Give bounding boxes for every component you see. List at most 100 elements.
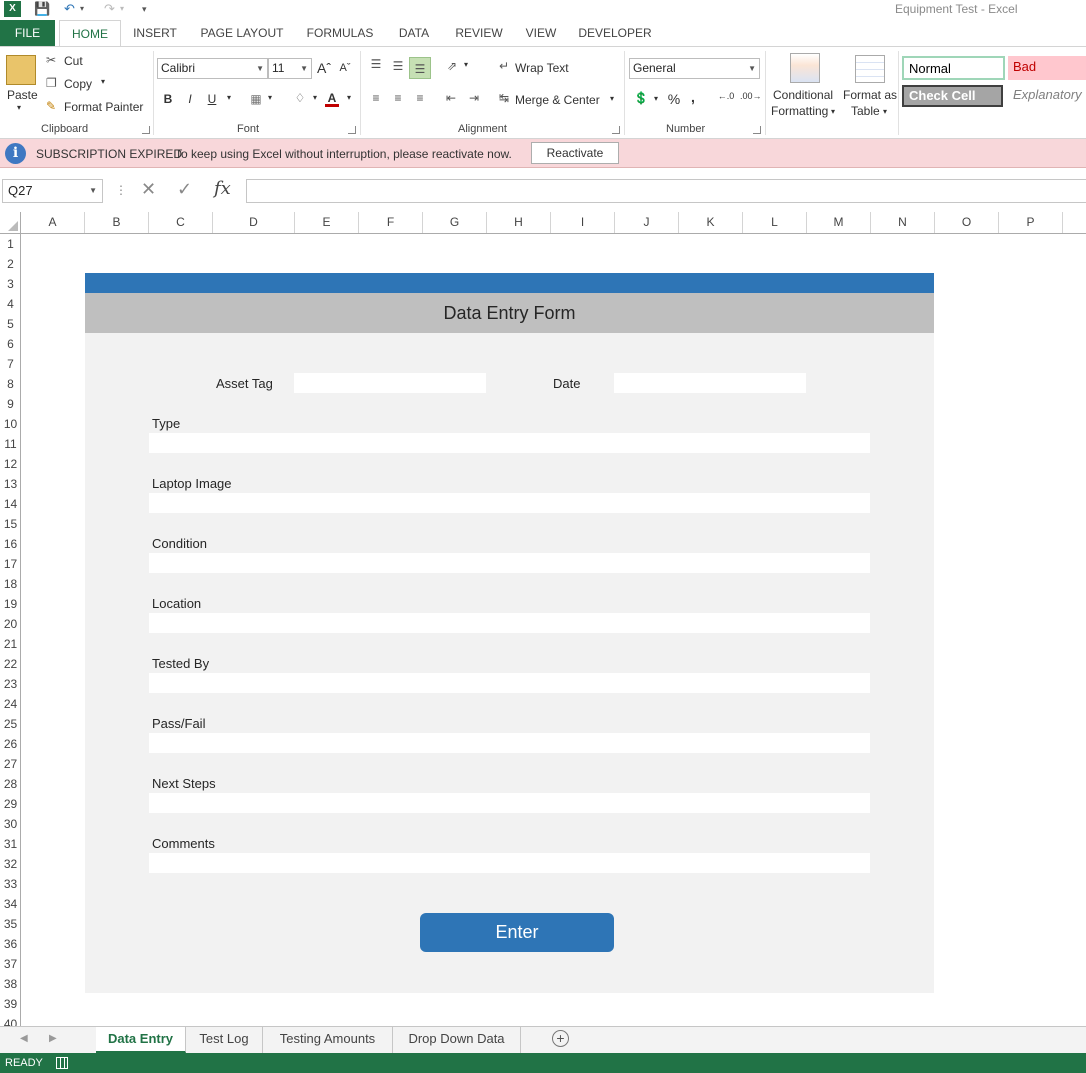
style-normal[interactable]: Normal — [902, 56, 1005, 80]
underline-dropdown-icon[interactable]: ▾ — [225, 93, 233, 102]
style-bad[interactable]: Bad — [1008, 56, 1086, 80]
style-explanatory[interactable]: Explanatory — [1008, 84, 1086, 108]
row-header[interactable]: 14 — [0, 494, 20, 514]
macro-recording-icon[interactable] — [56, 1057, 68, 1069]
column-header[interactable]: K — [679, 212, 743, 233]
sheet-tab-drop-down-data[interactable]: Drop Down Data — [393, 1027, 521, 1053]
column-header[interactable]: N — [871, 212, 935, 233]
row-header[interactable]: 39 — [0, 994, 20, 1014]
tab-file[interactable]: FILE — [0, 20, 55, 46]
row-header[interactable]: 28 — [0, 774, 20, 794]
row-header[interactable]: 20 — [0, 614, 20, 634]
column-header[interactable]: J — [615, 212, 679, 233]
decrease-indent-icon[interactable]: ⇤ — [442, 91, 460, 105]
row-header[interactable]: 27 — [0, 754, 20, 774]
increase-indent-icon[interactable]: ⇥ — [465, 91, 483, 105]
tab-formulas[interactable]: FORMULAS — [302, 20, 378, 46]
row-header[interactable]: 32 — [0, 854, 20, 874]
sheet-tab-testing-amounts[interactable]: Testing Amounts — [263, 1027, 393, 1053]
accounting-dropdown-icon[interactable]: ▾ — [652, 94, 660, 103]
name-box[interactable]: Q27 ▼ — [2, 179, 103, 203]
type-input[interactable] — [149, 433, 870, 453]
row-header[interactable]: 8 — [0, 374, 20, 394]
select-all-corner[interactable] — [0, 212, 21, 233]
column-header[interactable]: D — [213, 212, 295, 233]
scroll-right-icon[interactable]: ▶ — [49, 1033, 57, 1044]
row-header[interactable]: 18 — [0, 574, 20, 594]
accounting-format-icon[interactable]: 💲 — [632, 91, 650, 105]
column-header[interactable]: G — [423, 212, 487, 233]
align-left-icon[interactable]: ≡ — [368, 91, 384, 105]
row-header[interactable]: 11 — [0, 434, 20, 454]
column-header[interactable]: H — [487, 212, 551, 233]
increase-decimal-icon[interactable]: ←.0 — [716, 91, 736, 101]
paste-button[interactable]: Paste — [7, 88, 38, 102]
wrap-text-icon[interactable]: ↵ — [496, 59, 512, 73]
conditional-formatting-label-1[interactable]: Conditional — [773, 88, 833, 102]
location-input[interactable] — [149, 613, 870, 633]
copy-button[interactable]: Copy — [64, 77, 92, 91]
align-top-icon[interactable]: ☰ — [368, 57, 384, 71]
row-header[interactable]: 40 — [0, 1014, 20, 1026]
row-header[interactable]: 10 — [0, 414, 20, 434]
laptop-image-input[interactable] — [149, 493, 870, 513]
underline-button[interactable]: U — [206, 92, 218, 106]
save-icon[interactable]: 💾 — [34, 1, 50, 17]
row-header[interactable]: 21 — [0, 634, 20, 654]
format-painter-icon[interactable]: ✎ — [46, 99, 56, 113]
merge-center-button[interactable]: Merge & Center — [515, 93, 600, 107]
align-right-icon[interactable]: ≡ — [412, 91, 428, 105]
font-color-dropdown-icon[interactable]: ▾ — [345, 93, 353, 102]
column-header[interactable]: M — [807, 212, 871, 233]
row-header[interactable]: 34 — [0, 894, 20, 914]
conditional-formatting-label-2[interactable]: Formatting — [771, 104, 828, 118]
tab-data[interactable]: DATA — [392, 20, 436, 46]
column-header[interactable]: B — [85, 212, 149, 233]
borders-dropdown-icon[interactable]: ▾ — [266, 93, 274, 102]
clipboard-launcher-icon[interactable] — [142, 126, 150, 134]
row-header[interactable]: 13 — [0, 474, 20, 494]
undo-dropdown-icon[interactable]: ▾ — [80, 1, 84, 17]
number-launcher-icon[interactable] — [753, 126, 761, 134]
tab-home[interactable]: HOME — [59, 20, 121, 47]
row-header[interactable]: 30 — [0, 814, 20, 834]
format-painter-button[interactable]: Format Painter — [64, 100, 143, 114]
next-steps-input[interactable] — [149, 793, 870, 813]
copy-dropdown-icon[interactable]: ▾ — [101, 77, 105, 86]
percent-style-button[interactable]: % — [667, 91, 681, 107]
borders-icon[interactable]: ▦ — [248, 92, 264, 106]
decrease-font-icon[interactable]: Aˇ — [338, 62, 352, 74]
format-as-table-icon[interactable] — [855, 55, 885, 83]
asset-tag-input[interactable] — [294, 373, 486, 393]
fill-color-icon[interactable]: ♢ — [292, 91, 308, 105]
align-bottom-icon[interactable]: ☰ — [409, 57, 431, 79]
row-header[interactable]: 33 — [0, 874, 20, 894]
font-launcher-icon[interactable] — [348, 126, 356, 134]
condition-input[interactable] — [149, 553, 870, 573]
scroll-left-icon[interactable]: ◀ — [20, 1033, 28, 1044]
row-header[interactable]: 35 — [0, 914, 20, 934]
fill-color-dropdown-icon[interactable]: ▾ — [311, 93, 319, 102]
row-header[interactable]: 1 — [0, 234, 20, 254]
confirm-icon[interactable]: ✓ — [177, 179, 192, 200]
row-header[interactable]: 37 — [0, 954, 20, 974]
copy-icon[interactable]: ❐ — [46, 76, 57, 90]
row-header[interactable]: 31 — [0, 834, 20, 854]
tab-review[interactable]: REVIEW — [450, 20, 508, 46]
cut-icon[interactable]: ✂ — [46, 53, 56, 67]
insert-function-icon[interactable]: fx — [214, 178, 231, 199]
new-sheet-icon[interactable]: + — [552, 1030, 569, 1047]
cancel-icon[interactable]: ✕ — [141, 179, 156, 200]
align-center-icon[interactable]: ≡ — [390, 91, 406, 105]
row-header[interactable]: 9 — [0, 394, 20, 414]
tested-by-input[interactable] — [149, 673, 870, 693]
row-header[interactable]: 17 — [0, 554, 20, 574]
row-header[interactable]: 12 — [0, 454, 20, 474]
row-header[interactable]: 29 — [0, 794, 20, 814]
row-header[interactable]: 25 — [0, 714, 20, 734]
column-header[interactable]: I — [551, 212, 615, 233]
sheet-tab-data-entry[interactable]: Data Entry — [96, 1027, 186, 1053]
redo-dropdown-icon[interactable]: ▾ — [120, 1, 124, 17]
column-header[interactable]: E — [295, 212, 359, 233]
undo-icon[interactable]: ↶ — [64, 1, 75, 17]
